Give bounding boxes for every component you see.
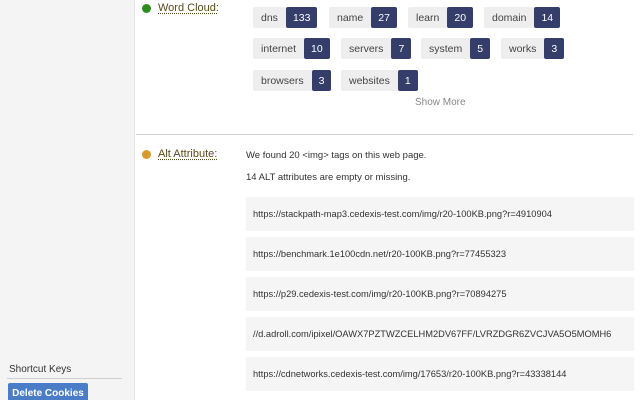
alt-missing-url-item: https://stackpath-map3.cedexis-test.com/… [246, 197, 634, 231]
word-cloud-status-dot [142, 4, 151, 13]
tag-name[interactable]: name 27 [329, 7, 397, 28]
tag-count: 1 [397, 70, 418, 91]
sidebar-divider [7, 378, 122, 379]
tag-browsers[interactable]: browsers 3 [253, 70, 332, 91]
tag-name: dns [253, 7, 286, 28]
word-cloud-label: Word Cloud: [158, 2, 219, 14]
tag-count: 133 [285, 7, 318, 28]
main-content: Word Cloud: dns 133 name 27 learn 20 dom… [136, 0, 640, 400]
tag-internet[interactable]: internet 10 [253, 38, 330, 59]
tag-servers[interactable]: servers 7 [341, 38, 412, 59]
tag-name: browsers [253, 70, 312, 91]
tag-works[interactable]: works 3 [501, 38, 565, 59]
tag-name: websites [341, 70, 398, 91]
tag-count: 27 [371, 7, 397, 28]
alt-missing-url-item: //d.adroll.com/ipixel/OAWX7PZTWZCELHM2DV… [246, 317, 634, 351]
tag-count: 3 [311, 70, 332, 91]
tag-count: 20 [447, 7, 474, 28]
tag-learn[interactable]: learn 20 [408, 7, 474, 28]
tag-count: 14 [534, 7, 561, 28]
alt-missing-url-item: https://benchmark.1e100cdn.net/r20-100KB… [246, 237, 634, 271]
alt-missing-url-item: https://p29.cedexis-test.com/img/r20-100… [246, 277, 634, 311]
alt-attribute-status-dot [142, 150, 151, 159]
tag-count: 7 [391, 38, 412, 59]
tag-name: servers [341, 38, 392, 59]
delete-cookies-button[interactable]: Delete Cookies [8, 383, 88, 400]
tag-system[interactable]: system 5 [421, 38, 491, 59]
tag-name: works [501, 38, 545, 59]
alt-missing-url-item: https://cdnetworks.cedexis-test.com/img/… [246, 357, 634, 391]
tag-name: learn [408, 7, 448, 28]
tag-name: domain [484, 7, 535, 28]
alt-summary-img-count: We found 20 <img> tags on this web page. [246, 150, 427, 161]
sidebar: Shortcut Keys Delete Cookies [0, 0, 135, 400]
tag-name: internet [253, 38, 305, 59]
show-more-link[interactable]: Show More [415, 97, 466, 108]
tag-count: 5 [470, 38, 491, 59]
tag-count: 10 [304, 38, 330, 59]
tag-name: system [421, 38, 471, 59]
tag-dns[interactable]: dns 133 [253, 7, 318, 28]
section-divider [136, 134, 633, 135]
shortcut-keys-label: Shortcut Keys [9, 364, 72, 375]
alt-attribute-label: Alt Attribute: [158, 148, 218, 160]
tag-count: 3 [544, 38, 565, 59]
tag-domain[interactable]: domain 14 [484, 7, 561, 28]
tag-websites[interactable]: websites 1 [341, 70, 418, 91]
tag-name: name [329, 7, 372, 28]
alt-summary-missing: 14 ALT attributes are empty or missing. [246, 172, 411, 183]
